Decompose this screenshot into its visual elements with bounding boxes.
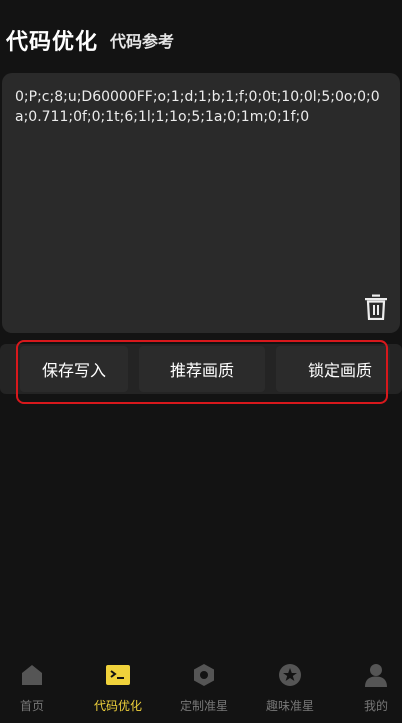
nav-item-fun-crosshair[interactable]: 趣味准星 (250, 653, 330, 723)
star-icon (279, 664, 301, 686)
nav-label-code-optimize: 代码优化 (93, 699, 142, 713)
nav-label-profile: 我的 (363, 699, 388, 713)
nav-item-profile[interactable]: 我的 (336, 653, 402, 723)
highlight-box (16, 340, 388, 404)
nav-label-custom-crosshair: 定制准星 (179, 699, 228, 713)
trash-icon[interactable] (364, 294, 388, 320)
nav-label-home: 首页 (19, 699, 44, 713)
page-title: 代码优化 (6, 30, 99, 55)
code-text[interactable]: 0;P;c;8;u;D60000FF;o;1;d;1;b;1;f;0;0t;10… (15, 87, 390, 127)
nav-label-fun-crosshair: 趣味准星 (265, 699, 314, 713)
code-editor[interactable]: 0;P;c;8;u;D60000FF;o;1;d;1;b;1;f;0;0t;10… (2, 73, 400, 333)
nav-item-home[interactable]: 首页 (0, 653, 72, 723)
nav-item-code-optimize[interactable]: 代码优化 (78, 653, 158, 723)
terminal-icon (106, 665, 130, 685)
home-icon (22, 665, 42, 685)
bottom-nav: 首页 代码优化 定制准星 趣味准星 我的 (0, 653, 402, 723)
tab-code-reference[interactable]: 代码参考 (110, 28, 174, 52)
hexagon-icon (194, 664, 214, 686)
nav-item-custom-crosshair[interactable]: 定制准星 (164, 653, 244, 723)
user-icon (365, 664, 387, 687)
